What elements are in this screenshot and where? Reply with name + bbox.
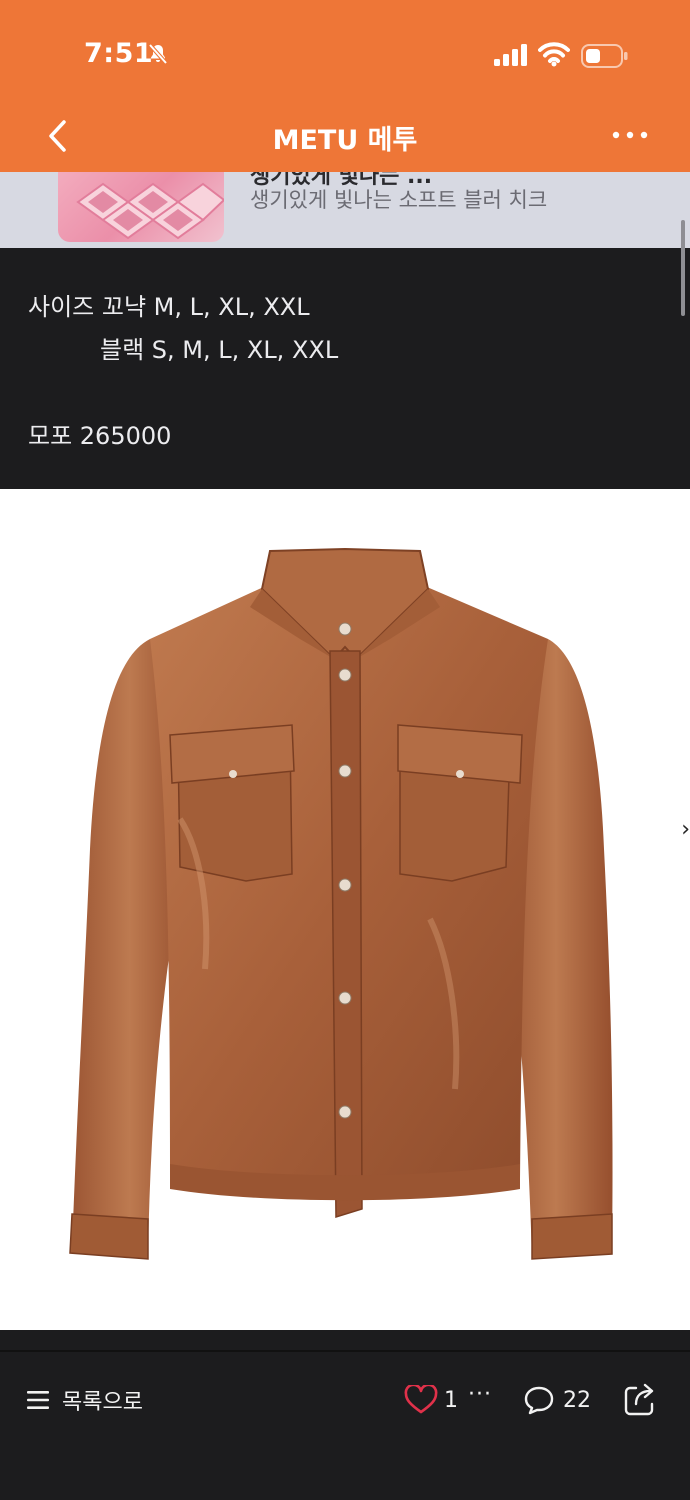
back-to-list-label: 목록으로	[62, 1390, 143, 1415]
menu-icon	[27, 1391, 49, 1409]
bell-slash-icon	[148, 43, 168, 65]
ad-subtitle: 생기있게 빛나는 소프트 블러 치크	[250, 188, 548, 212]
app-header: 7:51 METU 메투	[0, 0, 690, 172]
jacket-image	[69, 547, 613, 1260]
battery-icon	[581, 44, 628, 68]
signal-icon	[494, 44, 527, 66]
back-to-list-button[interactable]: 목록으로	[26, 1382, 143, 1418]
post-line-black: 블랙 S, M, L, XL, XXL	[100, 336, 339, 364]
like-count: 1	[444, 1387, 458, 1413]
post-line-sizes: 사이즈 꼬냑 M, L, XL, XXL	[28, 293, 310, 321]
bottom-bar: 목록으로 1 ··· 22	[0, 1352, 690, 1500]
next-image-arrow[interactable]: ›	[681, 817, 690, 842]
post-body: 사이즈 꼬냑 M, L, XL, XXL 블랙 S, M, L, XL, XXL…	[28, 286, 668, 458]
comment-button[interactable]: 22	[523, 1382, 591, 1418]
ad-banner[interactable]: 생기있게 빛나는 ... 생기있게 빛나는 소프트 블러 치크	[0, 172, 690, 248]
wifi-icon	[538, 42, 570, 67]
like-button[interactable]: 1	[404, 1382, 458, 1418]
post-line-blank	[28, 372, 668, 415]
page-title: METU 메투	[272, 125, 418, 156]
ad-thumbnail	[58, 172, 224, 242]
more-icon[interactable]	[608, 120, 652, 150]
more-reactions-button[interactable]: ···	[468, 1382, 492, 1407]
comment-count: 22	[563, 1387, 591, 1413]
status-bar: 7:51	[0, 0, 690, 100]
scroll-indicator[interactable]	[681, 220, 685, 316]
comment-icon	[524, 1386, 554, 1415]
post-image[interactable]: ›	[0, 489, 690, 1330]
share-icon[interactable]	[622, 1380, 658, 1418]
post-line-price: 모포 265000	[28, 422, 172, 450]
nav-bar: METU 메투	[0, 100, 690, 172]
status-time: 7:51	[84, 38, 154, 69]
heart-icon	[404, 1385, 438, 1414]
